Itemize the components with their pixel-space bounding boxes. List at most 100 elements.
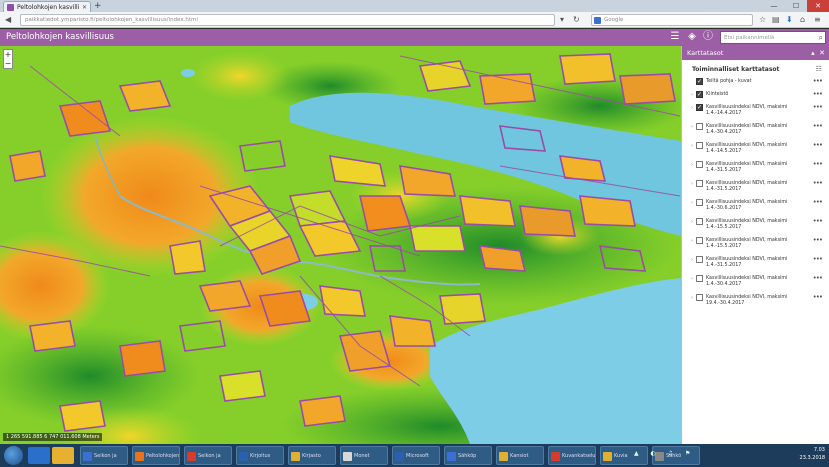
layer-checkbox[interactable] bbox=[696, 237, 703, 244]
bookmark-star-icon[interactable]: ☆ bbox=[759, 15, 766, 25]
explorer-icon[interactable] bbox=[52, 447, 74, 464]
filter-icon[interactable]: ☷ bbox=[816, 65, 822, 73]
list-icon[interactable]: ☰ bbox=[669, 31, 681, 43]
layer-checkbox[interactable] bbox=[696, 142, 703, 149]
bookmarks-list-icon[interactable]: ▤ bbox=[772, 15, 780, 25]
expand-icon[interactable]: › bbox=[691, 238, 693, 244]
layer-checkbox[interactable]: ✓ bbox=[696, 104, 703, 111]
browser-search-input[interactable]: Google bbox=[591, 14, 753, 26]
close-tab-icon[interactable]: ✕ bbox=[82, 4, 87, 11]
layer-item[interactable]: › Kasvillisuusindeksi NDVI, maksimi 1.4.-… bbox=[682, 139, 829, 158]
taskbar-window-button[interactable]: Peltolohkojen bbox=[132, 446, 180, 465]
layer-item[interactable]: › Kasvillisuusindeksi NDVI, maksimi 19.4.… bbox=[682, 291, 829, 310]
menu-icon[interactable]: ≡ bbox=[814, 15, 821, 25]
layer-label: Kasvillisuusindeksi NDVI, maksimi 1.4.-3… bbox=[706, 276, 788, 287]
more-options-icon[interactable]: ••• bbox=[813, 294, 823, 301]
layer-checkbox[interactable] bbox=[696, 199, 703, 206]
window-controls: — ☐ ✕ bbox=[763, 0, 829, 12]
more-options-icon[interactable]: ••• bbox=[813, 218, 823, 225]
back-icon[interactable]: ◀ bbox=[5, 15, 11, 25]
layer-item[interactable]: › Kasvillisuusindeksi NDVI, maksimi 1.4.-… bbox=[682, 177, 829, 196]
expand-icon[interactable]: › bbox=[691, 295, 693, 301]
start-button[interactable] bbox=[4, 446, 23, 465]
taskbar-window-button[interactable]: Kansiot bbox=[496, 446, 544, 465]
more-options-icon[interactable]: ••• bbox=[813, 123, 823, 130]
maximize-icon[interactable]: ☐ bbox=[785, 0, 807, 12]
minimize-icon[interactable]: — bbox=[763, 0, 785, 12]
layer-item[interactable]: ✓ Teiltä pohja - kuvat ••• bbox=[682, 75, 829, 88]
app-icon bbox=[343, 452, 352, 461]
expand-icon[interactable]: › bbox=[691, 219, 693, 225]
close-window-icon[interactable]: ✕ bbox=[807, 0, 829, 12]
layer-checkbox[interactable] bbox=[696, 161, 703, 168]
layer-checkbox[interactable] bbox=[696, 275, 703, 282]
search-icon[interactable]: ⌕ bbox=[819, 32, 823, 44]
zoom-out-button[interactable]: − bbox=[4, 59, 12, 68]
ie-icon[interactable] bbox=[28, 447, 50, 464]
taskbar-window-button[interactable]: Seikon ja bbox=[184, 446, 232, 465]
clock[interactable]: 7.03 23.3.2018 bbox=[800, 446, 825, 462]
more-options-icon[interactable]: ••• bbox=[813, 199, 823, 206]
layer-item[interactable]: › ✓ Kasvillisuusindeksi NDVI, maksimi 1.4.… bbox=[682, 101, 829, 120]
home-icon[interactable]: ⌂ bbox=[800, 15, 805, 25]
layer-checkbox[interactable]: ✓ bbox=[696, 78, 703, 85]
layer-checkbox[interactable] bbox=[696, 123, 703, 130]
app-icon bbox=[187, 452, 196, 461]
more-options-icon[interactable]: ••• bbox=[813, 275, 823, 282]
layer-item[interactable]: › Kasvillisuusindeksi NDVI, maksimi 1.4.-… bbox=[682, 253, 829, 272]
app-icon bbox=[291, 452, 300, 461]
taskbar-window-button[interactable]: Seikon ja bbox=[80, 446, 128, 465]
expand-icon[interactable]: › bbox=[691, 276, 693, 282]
more-options-icon[interactable]: ••• bbox=[813, 104, 823, 111]
info-icon[interactable]: ⓘ bbox=[702, 31, 714, 43]
layer-item[interactable]: › Kasvillisuusindeksi NDVI, maksimi 1.4.-… bbox=[682, 272, 829, 291]
dropdown-icon[interactable]: ▾ bbox=[560, 15, 564, 25]
more-options-icon[interactable]: ••• bbox=[813, 256, 823, 263]
download-icon[interactable]: ⬇ bbox=[786, 15, 793, 25]
layer-checkbox[interactable]: ✓ bbox=[696, 91, 703, 98]
expand-icon[interactable]: › bbox=[691, 105, 693, 111]
zoom-in-button[interactable]: + bbox=[4, 50, 12, 59]
layer-checkbox[interactable] bbox=[696, 294, 703, 301]
more-options-icon[interactable]: ••• bbox=[813, 237, 823, 244]
taskbar-window-button[interactable]: Kuvankatseluohjelma bbox=[548, 446, 596, 465]
more-options-icon[interactable]: ••• bbox=[813, 161, 823, 168]
expand-icon[interactable]: › bbox=[691, 92, 693, 98]
more-options-icon[interactable]: ••• bbox=[813, 142, 823, 149]
collapse-icon[interactable]: ▴ bbox=[811, 49, 815, 57]
expand-icon[interactable]: › bbox=[691, 143, 693, 149]
desktop-screen: Peltolohkojen kasvillisuus ✕ + — ☐ ✕ ◀ p… bbox=[0, 0, 829, 467]
browser-tab[interactable]: Peltolohkojen kasvillisuus ✕ bbox=[3, 1, 91, 12]
layer-item[interactable]: › Kasvillisuusindeksi NDVI, maksimi 1.4.-… bbox=[682, 215, 829, 234]
new-tab-icon[interactable]: + bbox=[94, 1, 102, 11]
layer-checkbox[interactable] bbox=[696, 218, 703, 225]
layer-checkbox[interactable] bbox=[696, 180, 703, 187]
map-view[interactable]: + − 1 265 591.885 6 747 011.608 Meters bbox=[0, 46, 681, 444]
more-options-icon[interactable]: ••• bbox=[813, 78, 823, 85]
layer-item[interactable]: › ✓ Kiinteistö ••• bbox=[682, 88, 829, 101]
layer-item[interactable]: › Kasvillisuusindeksi NDVI, maksimi 1.4.-… bbox=[682, 234, 829, 253]
layer-item[interactable]: › Kasvillisuusindeksi NDVI, maksimi 1.4.-… bbox=[682, 158, 829, 177]
taskbar-window-button[interactable]: Kirjoitus bbox=[236, 446, 284, 465]
expand-icon[interactable]: › bbox=[691, 162, 693, 168]
taskbar-window-button[interactable]: Sähköp bbox=[444, 446, 492, 465]
expand-icon[interactable]: › bbox=[691, 124, 693, 130]
layers-panel: Karttatasot ▴ ✕ Toiminnalliset karttatas… bbox=[681, 46, 829, 444]
system-tray-icons[interactable]: ▲ ◐ ♫ ⚑ bbox=[634, 450, 695, 457]
taskbar-window-button[interactable]: Monet bbox=[340, 446, 388, 465]
address-search-input[interactable]: Etsi paikannimellä ⌕ bbox=[720, 31, 826, 44]
layers-icon[interactable]: ◈ bbox=[686, 31, 698, 43]
layer-checkbox[interactable] bbox=[696, 256, 703, 263]
expand-icon[interactable]: › bbox=[691, 200, 693, 206]
taskbar-window-button[interactable]: Kirjasto bbox=[288, 446, 336, 465]
layer-item[interactable]: › Kasvillisuusindeksi NDVI, maksimi 1.4.-… bbox=[682, 196, 829, 215]
expand-icon[interactable]: › bbox=[691, 181, 693, 187]
more-options-icon[interactable]: ••• bbox=[813, 91, 823, 98]
reload-icon[interactable]: ↻ bbox=[573, 15, 580, 25]
close-panel-icon[interactable]: ✕ bbox=[819, 49, 825, 57]
more-options-icon[interactable]: ••• bbox=[813, 180, 823, 187]
layer-item[interactable]: › Kasvillisuusindeksi NDVI, maksimi 1.4.-… bbox=[682, 120, 829, 139]
url-bar[interactable]: paikkatiedot.ymparisto.fi/peltolohkojen_… bbox=[20, 14, 555, 26]
expand-icon[interactable]: › bbox=[691, 257, 693, 263]
taskbar-window-button[interactable]: Microsoft bbox=[392, 446, 440, 465]
